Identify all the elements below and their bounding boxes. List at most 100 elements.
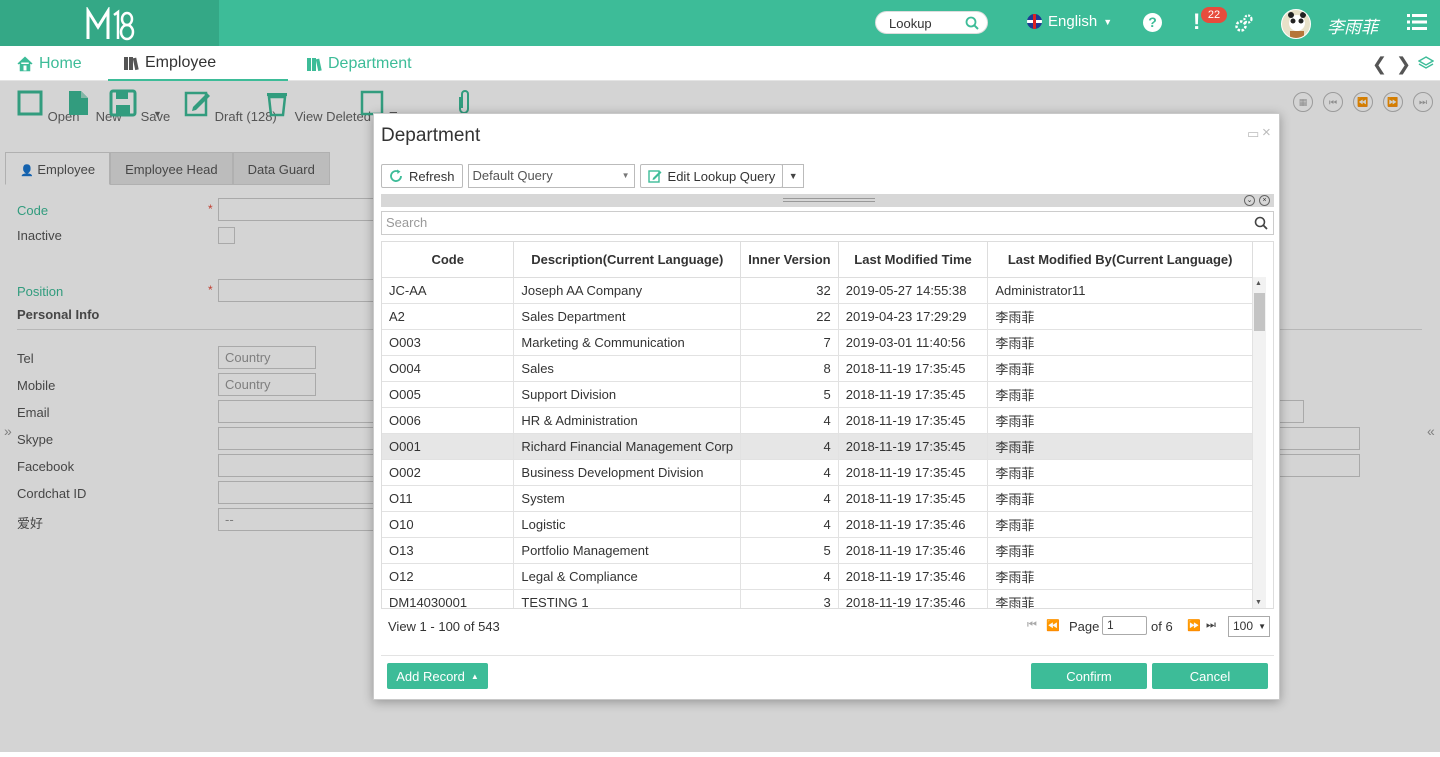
column-header-last-modified-by[interactable]: Last Modified By(Current Language) [987,242,1253,278]
edit-lookup-label: Edit Lookup Query [667,168,776,184]
lookup-label: Lookup [889,16,932,31]
language-selector[interactable]: English ▼ [1027,13,1112,30]
table-row[interactable]: O11 System 4 2018-11-19 17:35:45 李雨菲 [382,485,1253,512]
gear-icon[interactable] [1233,12,1255,34]
grid-scrollbar[interactable]: ▲ ▼ [1253,277,1266,608]
edit-lookup-query-button[interactable]: Edit Lookup Query [639,164,784,188]
cell-inner-version: 22 [740,303,839,330]
table-row[interactable]: O006 HR & Administration 4 2018-11-19 17:35… [382,407,1253,434]
cell-code: DM14030001 [382,589,515,608]
help-icon[interactable]: ? [1143,13,1162,32]
cell-description: Sales Department [513,303,742,330]
first-page-icon[interactable]: ⏮ [1027,619,1037,632]
add-record-button[interactable]: Add Record ▲ [387,663,488,689]
refresh-button[interactable]: Refresh [381,164,463,188]
menu-list-icon[interactable] [1407,13,1427,31]
confirm-button[interactable]: Confirm [1031,663,1147,689]
edit-lookup-dropdown[interactable]: ▼ [782,164,805,188]
cell-last-modified-by: 李雨菲 [987,485,1253,512]
cell-description: System [513,485,742,512]
cell-last-modified-by: 李雨菲 [987,433,1253,460]
table-row[interactable]: DM14030001 TESTING 1 3 2018-11-19 17:35:46 李… [382,589,1253,608]
chevron-right-icon[interactable]: ❯ [1396,54,1411,75]
table-row[interactable]: O005 Support Division 5 2018-11-19 17:35:45… [382,381,1253,408]
cell-code: O13 [382,537,515,564]
cancel-button[interactable]: Cancel [1152,663,1268,689]
notification-badge: 22 [1201,7,1227,23]
close-icon[interactable]: × [1262,124,1271,141]
scroll-down-icon[interactable]: ▼ [1255,599,1262,606]
next-page-icon[interactable]: ⏩ [1187,619,1201,632]
confirm-label: Confirm [1066,668,1112,684]
column-header-code[interactable]: Code [382,242,515,278]
cell-description: Marketing & Communication [513,329,742,356]
tab-employee[interactable]: Employee [108,46,288,81]
cell-code: O12 [382,563,515,590]
cell-code: JC-AA [382,277,515,304]
notification-icon[interactable]: ! [1193,9,1200,35]
table-row[interactable]: JC-AA Joseph AA Company 32 2019-05-27 14:55… [382,277,1253,304]
lookup-search[interactable]: Lookup [875,11,988,34]
last-page-icon[interactable]: ⏭ [1206,619,1216,632]
grid-search-input[interactable]: Search [381,211,1274,235]
table-row[interactable]: O10 Logistic 4 2018-11-19 17:35:46 李雨菲 [382,511,1253,538]
table-row[interactable]: A2 Sales Department 22 2019-04-23 17:29:29 李… [382,303,1253,330]
scroll-up-icon[interactable]: ▲ [1255,280,1262,287]
page-label: Page [1069,619,1100,634]
cancel-label: Cancel [1189,668,1231,684]
cell-code: O004 [382,355,515,382]
table-row[interactable]: O003 Marketing & Communication 7 2019-03-01… [382,329,1253,356]
username[interactable]: 李雨菲 [1327,13,1378,38]
cell-inner-version: 8 [740,355,839,382]
page-size-select[interactable]: 100 ▼ [1228,616,1270,637]
table-row[interactable]: O002 Business Development Division 4 2018-1… [382,459,1253,486]
table-row[interactable]: O001 Richard Financial Management Corp 4 20… [382,433,1253,460]
column-header-last-modified-time[interactable]: Last Modified Time [838,242,989,278]
grid-pager: View 1 - 100 of 543 ⏮ ⏪ Page 1 of 6 ⏩ ⏭ … [381,611,1274,641]
splitter-handle [783,198,875,202]
query-select[interactable]: Default Query ▼ [467,164,635,188]
collapse-icon[interactable]: ⌄ [1244,195,1255,206]
page-size-value: 100 [1233,619,1254,633]
cell-inner-version: 4 [740,485,839,512]
refresh-label: Refresh [409,168,455,184]
tab-department[interactable]: Department [306,46,412,81]
top-bar: Lookup English ▼ ? ! 22 李雨菲 [0,0,1440,46]
tab-home[interactable]: Home [17,46,82,81]
table-row[interactable]: O12 Legal & Compliance 4 2018-11-19 17:35:4… [382,563,1253,590]
cell-last-modified-time: 2018-11-19 17:35:45 [838,381,989,408]
cell-code: A2 [382,303,515,330]
chevron-down-icon: ▼ [621,171,630,180]
table-row[interactable]: O004 Sales 8 2018-11-19 17:35:45 李雨菲 [382,355,1253,382]
avatar[interactable] [1281,9,1311,39]
prev-page-icon[interactable]: ⏪ [1046,619,1060,632]
grid-header-row: Code Description(Current Language) Inner… [382,242,1253,278]
column-header-description[interactable]: Description(Current Language) [513,242,742,278]
cell-last-modified-by: Administrator11 [987,277,1253,304]
chevron-left-icon[interactable]: ❮ [1372,54,1387,75]
search-placeholder: Search [386,215,428,230]
m18-logo[interactable] [86,7,136,41]
cell-last-modified-time: 2019-03-01 11:40:56 [838,329,989,356]
cell-last-modified-by: 李雨菲 [987,329,1253,356]
dialog-title: Department [381,125,481,146]
column-header-inner-version[interactable]: Inner Version [740,242,839,278]
clear-icon[interactable]: × [1259,195,1270,206]
maximize-icon[interactable]: ▭ [1247,126,1259,142]
cell-description: Business Development Division [513,459,742,486]
cell-last-modified-by: 李雨菲 [987,589,1253,608]
scrollbar-thumb[interactable] [1254,293,1265,331]
cell-last-modified-time: 2018-11-19 17:35:46 [838,563,989,590]
cell-last-modified-by: 李雨菲 [987,563,1253,590]
cell-code: O002 [382,459,515,486]
tab-home-label: Home [39,54,82,72]
query-panel-splitter[interactable]: ⌄ × [381,194,1274,207]
layers-icon[interactable] [1418,55,1434,71]
page-input[interactable]: 1 [1102,616,1147,635]
dialog-toolbar: Refresh Default Query ▼ Edit Lookup Quer… [381,164,805,188]
table-row[interactable]: O13 Portfolio Management 5 2018-11-19 17:35… [382,537,1253,564]
search-icon[interactable] [965,16,979,30]
cell-code: O005 [382,381,515,408]
uk-flag-icon [1027,14,1042,29]
search-icon[interactable] [1254,216,1268,230]
